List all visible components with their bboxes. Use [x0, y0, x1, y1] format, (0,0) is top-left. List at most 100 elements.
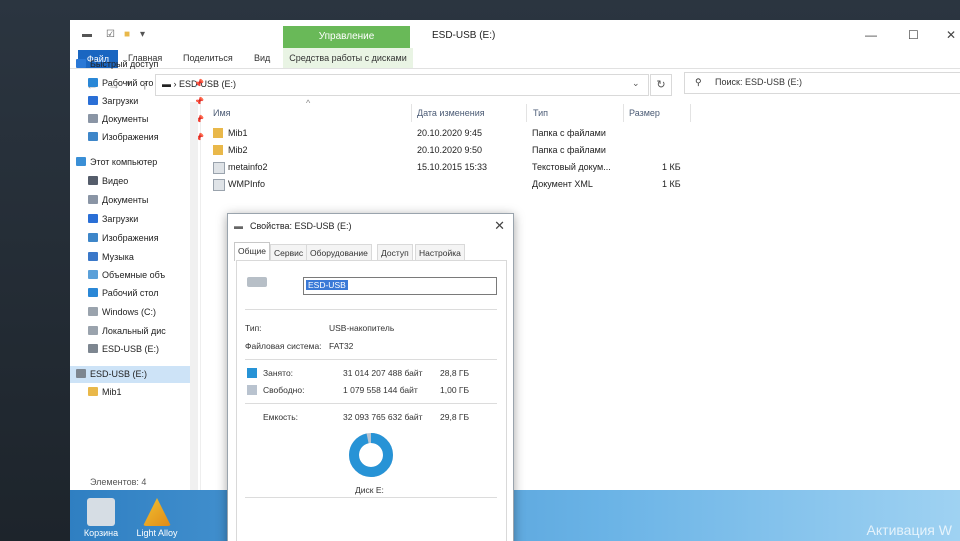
file-type: Папка с файлами — [532, 145, 606, 155]
sidebar-item-label: Видео — [102, 176, 129, 186]
tab-sharing[interactable]: Доступ — [377, 244, 413, 261]
navigation-pane: Быстрый доступ Рабочий сто 📌 Загрузки 📌 Докум… — [70, 59, 204, 490]
desktop-icon-light-alloy[interactable]: Light Alloy — [130, 498, 184, 538]
column-name[interactable]: Имя — [213, 108, 231, 118]
sidebar-item-label: ESD-USB (E:) — [90, 369, 148, 379]
sidebar-item-label: Рабочий стол — [102, 288, 159, 298]
file-row[interactable]: Mib2 20.10.2020 9:50 Папка с файлами — [210, 142, 730, 159]
sidebar-item-label: Mib1 — [102, 387, 122, 397]
sidebar-item-label: Рабочий сто — [102, 78, 154, 88]
minimize-icon[interactable]: — — [865, 28, 877, 42]
sidebar-item[interactable]: Документы 📌 — [70, 111, 206, 128]
dialog-title-bar: ▬ Свойства: ESD-USB (E:) ✕ — [228, 214, 513, 238]
volume-name-input[interactable]: ESD-USB — [303, 277, 497, 295]
free-space-swatch — [247, 385, 257, 395]
sort-ascending-icon: ^ — [306, 98, 311, 108]
column-date[interactable]: Дата изменения — [417, 108, 485, 118]
star-icon — [76, 59, 86, 68]
used-bytes: 31 014 207 488 байт — [343, 368, 423, 378]
usb-drive-icon: ▬ — [234, 221, 243, 231]
sidebar-item[interactable]: Этот компьютер — [70, 154, 194, 171]
sidebar-item[interactable]: Загрузки 📌 — [70, 93, 206, 110]
sidebar-item[interactable]: Документы — [70, 192, 206, 209]
maximize-icon[interactable]: ☐ — [908, 28, 919, 42]
pictures-icon — [88, 132, 98, 141]
video-icon — [88, 176, 98, 185]
sidebar-item-label: Загрузки — [102, 214, 139, 224]
title-bar: ▬ ☑ ■ ▾ Управление ESD-USB (E:) — ☐ ✕ — [70, 20, 960, 49]
used-gb: 28,8 ГБ — [440, 368, 470, 378]
screen: Корзина Light Alloy Активация W ▬ ☑ ■ ▾ … — [70, 20, 960, 541]
type-value: USB-накопитель — [329, 323, 395, 333]
pictures-icon — [88, 233, 98, 242]
drive-icon — [247, 277, 267, 287]
sidebar-item-label: Изображения — [102, 233, 159, 243]
file-type: Документ XML — [532, 179, 593, 189]
file-name: WMPInfo — [228, 179, 266, 189]
address-dropdown-icon[interactable]: ⌄ — [632, 78, 640, 89]
folder-icon[interactable]: ■ — [124, 29, 130, 40]
drive-icon: ▬ — [82, 29, 92, 40]
sidebar-item-label: Windows (C:) — [102, 307, 157, 317]
sidebar-item[interactable]: Объемные объ — [70, 267, 206, 284]
dialog-title: Свойства: ESD-USB (E:) — [250, 221, 352, 231]
search-input[interactable]: ⚲ Поиск: ESD-USB (E:) — [684, 72, 960, 94]
file-row[interactable]: metainfo2 15.10.2015 15:33 Текстовый докум… — [210, 159, 730, 176]
sidebar-item[interactable]: Загрузки — [70, 211, 206, 228]
sidebar-item[interactable]: Изображения — [70, 230, 206, 247]
properties-icon[interactable]: ☑ — [106, 29, 115, 40]
search-placeholder: Поиск: ESD-USB (E:) — [715, 77, 802, 87]
filesystem-label: Файловая система: — [245, 341, 322, 351]
sidebar-item[interactable]: Изображения 📌 — [70, 129, 206, 146]
tab-general[interactable]: Общие — [234, 242, 270, 261]
tab-hardware[interactable]: Оборудование — [306, 244, 372, 261]
sidebar-item-label: ESD-USB (E:) — [102, 344, 160, 354]
explorer-window: ▬ ☑ ■ ▾ Управление ESD-USB (E:) — ☐ ✕ Гл… — [70, 20, 960, 490]
sidebar-item-label: Изображения — [102, 132, 159, 142]
text-file-icon — [213, 162, 225, 174]
column-type[interactable]: Тип — [533, 108, 548, 118]
close-icon[interactable]: ✕ — [494, 218, 505, 234]
close-icon[interactable]: ✕ — [946, 28, 956, 42]
capacity-label: Емкость: — [263, 412, 298, 422]
desktop-icon-label: Корзина — [83, 528, 119, 538]
sidebar-item[interactable]: ESD-USB (E:) — [70, 366, 194, 383]
refresh-icon[interactable]: ↻ — [650, 74, 672, 96]
folder-icon — [88, 387, 98, 396]
used-space-swatch — [247, 368, 257, 378]
sidebar-item-label: Этот компьютер — [90, 157, 158, 167]
sidebar-item-label: Загрузки — [102, 96, 139, 106]
file-size: 1 КБ — [662, 162, 681, 172]
window-title: ESD-USB (E:) — [432, 30, 496, 41]
file-name: metainfo2 — [228, 162, 268, 172]
desktop-icon — [88, 288, 98, 297]
tab-tools[interactable]: Сервис — [270, 244, 308, 261]
customize-quick-access-icon[interactable]: ▾ — [140, 29, 145, 40]
desktop-icon-recycle-bin[interactable]: Корзина — [74, 498, 128, 538]
sidebar-item[interactable]: ESD-USB (E:) — [70, 341, 206, 358]
sidebar-item[interactable]: Рабочий стол — [70, 285, 206, 302]
file-row[interactable]: WMPInfo Документ XML 1 КБ — [210, 176, 730, 193]
xml-file-icon — [213, 179, 225, 191]
desktop-icon-label: Light Alloy — [136, 528, 178, 538]
sidebar-item[interactable]: Рабочий сто 📌 — [70, 75, 206, 92]
tab-view[interactable]: Вид — [254, 53, 270, 63]
desktop-icon — [88, 78, 98, 87]
sidebar-item[interactable]: Локальный дис — [70, 323, 206, 340]
tab-drive-tools[interactable]: Средства работы с дисками — [283, 48, 413, 68]
sidebar-item-label: Музыка — [102, 252, 134, 262]
nav-scrollbar[interactable] — [190, 102, 198, 490]
computer-icon — [76, 157, 86, 166]
sidebar-item[interactable]: Mib1 — [70, 384, 206, 401]
download-icon — [88, 96, 98, 105]
file-row[interactable]: Mib1 20.10.2020 9:45 Папка с файлами — [210, 125, 730, 142]
column-size[interactable]: Размер — [629, 108, 660, 118]
disk-label: Диск E: — [355, 485, 384, 495]
sidebar-item[interactable]: Музыка — [70, 249, 206, 266]
sidebar-item[interactable]: Быстрый доступ — [70, 56, 194, 73]
tab-customize[interactable]: Настройка — [415, 244, 465, 261]
sidebar-item[interactable]: Windows (C:) — [70, 304, 206, 321]
sidebar-item[interactable]: Видео — [70, 173, 206, 190]
manage-context-header[interactable]: Управление — [283, 26, 410, 48]
address-bar[interactable]: ▬ › ESD-USB (E:) — [155, 74, 649, 96]
